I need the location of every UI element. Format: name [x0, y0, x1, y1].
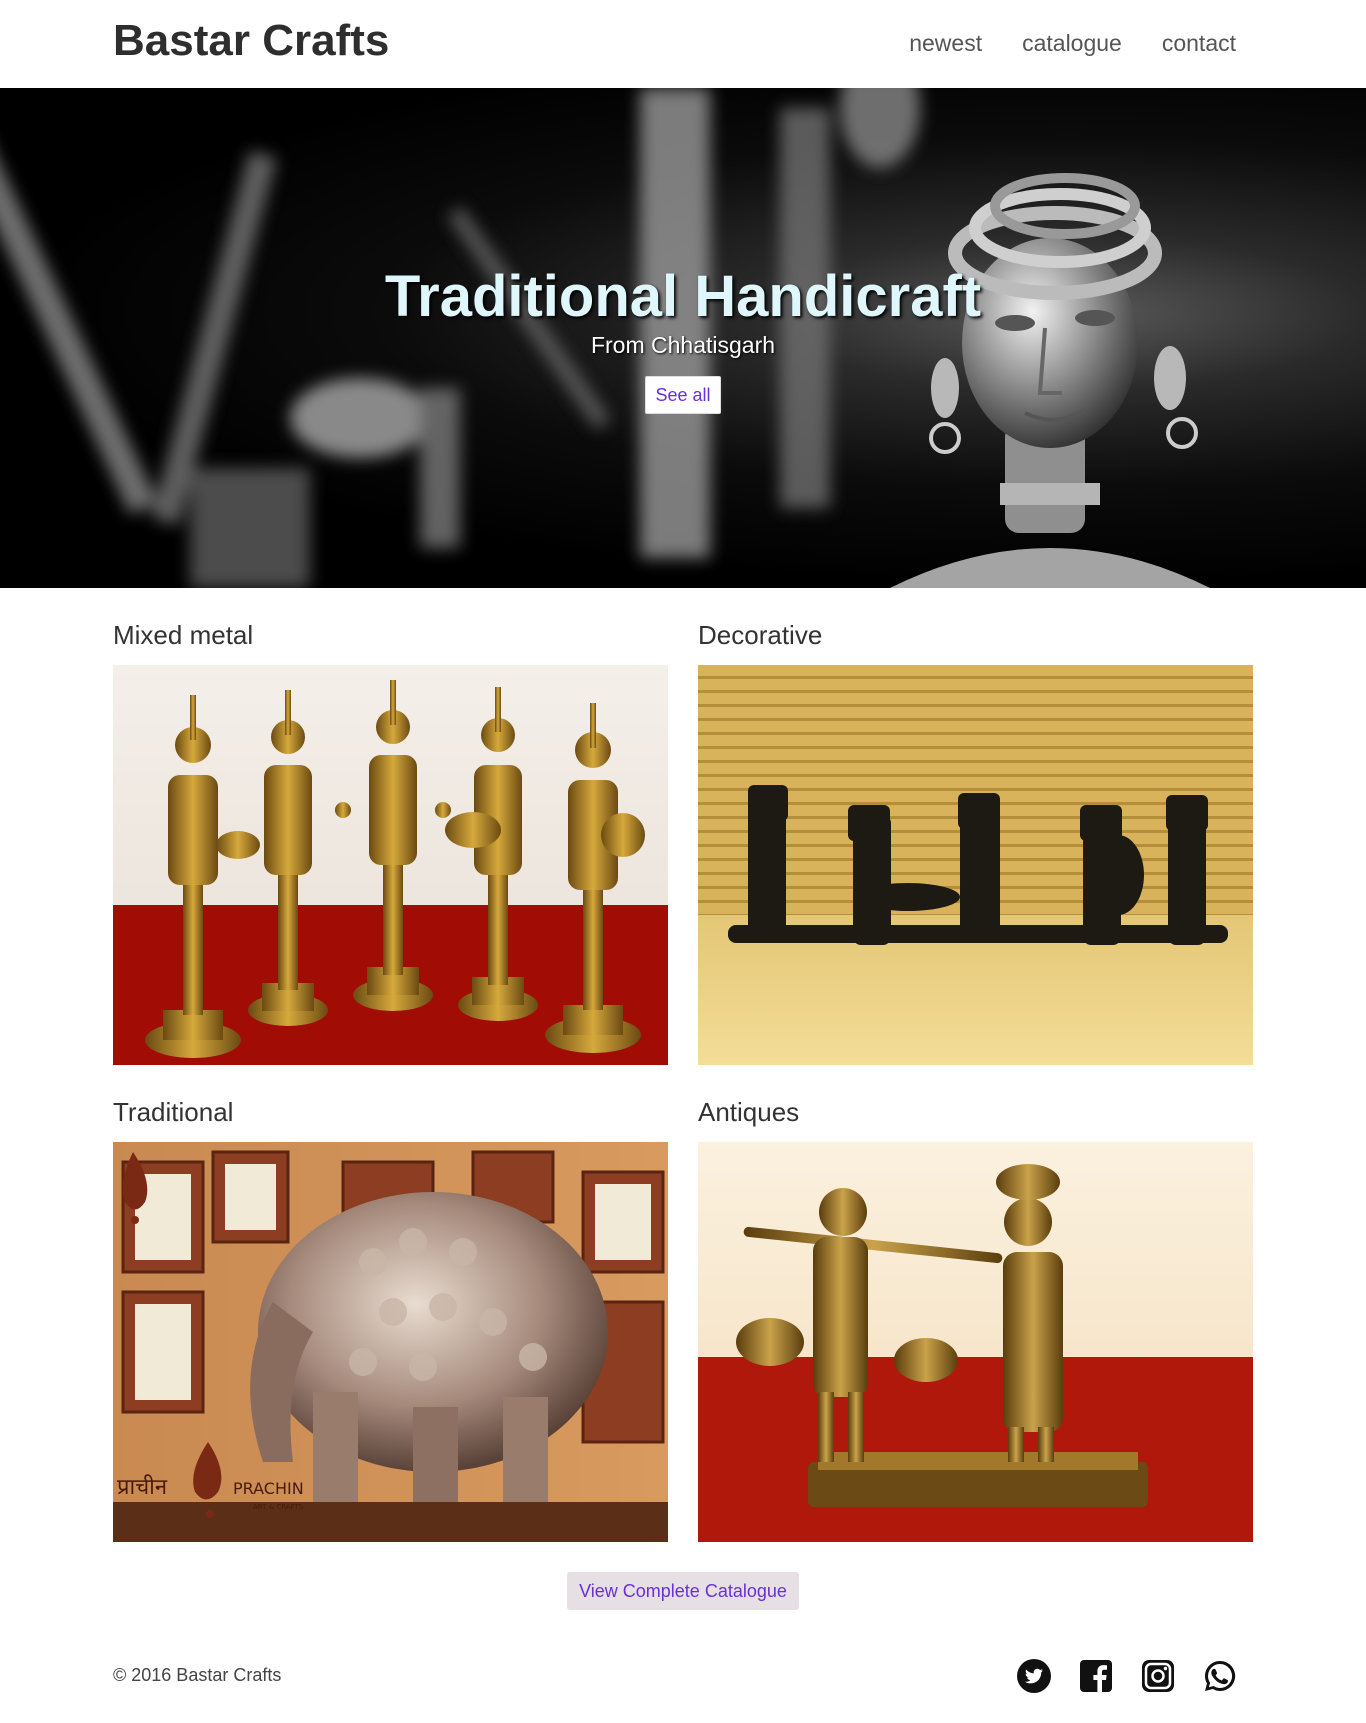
watermark-hindi: प्राचीन [117, 1474, 168, 1500]
view-catalogue-button[interactable]: View Complete Catalogue [567, 1572, 799, 1610]
nav-link-catalogue[interactable]: catalogue [1022, 30, 1122, 57]
whatsapp-icon[interactable] [1202, 1658, 1238, 1694]
twitter-icon[interactable] [1016, 1658, 1052, 1694]
hero-subtitle: From Chhatisgarh [590, 332, 776, 358]
category-image-mixed-metal[interactable] [113, 665, 668, 1065]
category-title-traditional[interactable]: Traditional [113, 1097, 233, 1128]
facebook-icon[interactable] [1078, 1658, 1114, 1694]
site-logo-text[interactable]: Bastar Crafts [113, 16, 389, 66]
hero-banner: Traditional Handicraft From Chhatisgarh … [0, 88, 1366, 588]
nav-link-newest[interactable]: newest [909, 30, 982, 57]
watermark-tag: ART & CRAFTS [253, 1503, 304, 1511]
category-image-antiques[interactable] [698, 1142, 1253, 1542]
category-image-traditional[interactable]: प्राचीन PRACHIN ART & CRAFTS [113, 1142, 668, 1542]
category-title-mixed-metal[interactable]: Mixed metal [113, 620, 253, 651]
footer-copyright: © 2016 Bastar Crafts [113, 1665, 282, 1685]
hero-title: Traditional Handicraft [384, 264, 982, 329]
category-title-decorative[interactable]: Decorative [698, 620, 822, 651]
category-image-decorative[interactable] [698, 665, 1253, 1065]
see-all-button[interactable]: See all [645, 376, 721, 414]
watermark-latin: PRACHIN [233, 1479, 304, 1498]
site-header: Bastar Crafts newest catalogue contact [0, 0, 1366, 88]
nav-link-contact[interactable]: contact [1162, 30, 1236, 57]
instagram-icon[interactable] [1140, 1658, 1176, 1694]
category-title-antiques[interactable]: Antiques [698, 1097, 799, 1128]
main-nav: newest catalogue contact [909, 30, 1236, 57]
